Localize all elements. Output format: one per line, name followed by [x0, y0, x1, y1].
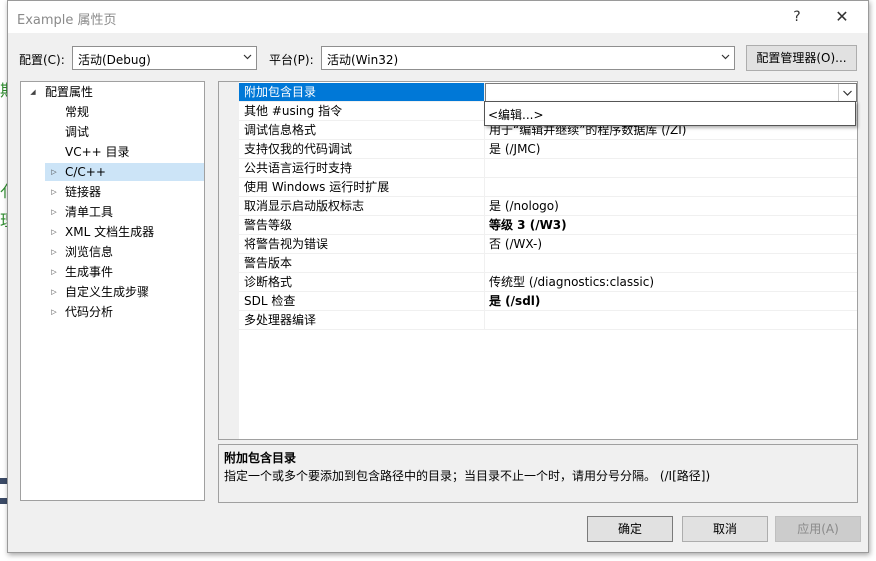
property-name: SDL 检查 [239, 292, 485, 311]
property-name: 警告等级 [239, 216, 485, 235]
apply-button[interactable]: 应用(A) [775, 516, 861, 542]
tree-item-config-properties[interactable]: ◢ 配置属性 [21, 83, 204, 101]
property-value-combo[interactable] [485, 83, 857, 102]
property-name: 调试信息格式 [239, 121, 485, 140]
tree-item-custom-build[interactable]: ▷ 自定义生成步骤 [21, 283, 204, 301]
property-name: 其他 #using 指令 [239, 102, 485, 121]
tree-item-code-analysis[interactable]: ▷ 代码分析 [21, 303, 204, 321]
property-name: 附加包含目录 [239, 83, 485, 102]
tree-item-label: 清单工具 [65, 205, 114, 219]
tree-item-browse-info[interactable]: ▷ 浏览信息 [21, 243, 204, 261]
property-row[interactable]: 支持仅我的代码调试 是 (/JMC) [239, 140, 857, 159]
property-row[interactable]: 附加包含目录 [239, 83, 857, 102]
tree-item-build-events[interactable]: ▷ 生成事件 [21, 263, 204, 281]
property-value [485, 254, 857, 273]
property-row[interactable]: 诊断格式 传统型 (/diagnostics:classic) [239, 273, 857, 292]
property-value: 是 (/nologo) [485, 197, 857, 216]
tree-item-label: 生成事件 [65, 265, 114, 279]
property-pages-dialog: Example 属性页 ? ✕ 配置(C): 活动(Debug) 平台(P): … [7, 0, 869, 553]
tree-item-vc-directories[interactable]: VC++ 目录 [21, 143, 204, 161]
property-name: 支持仅我的代码调试 [239, 140, 485, 159]
config-manager-button[interactable]: 配置管理器(O)... [746, 45, 857, 71]
property-value: 是 (/sdl) [485, 292, 857, 311]
tree-item-general[interactable]: 常规 [21, 103, 204, 121]
description-text: 指定一个或多个要添加到包含路径中的目录；当目录不止一个时，请用分号分隔。 (/I… [224, 469, 711, 483]
expand-icon[interactable]: ▷ [49, 283, 59, 301]
config-combo[interactable]: 活动(Debug) [72, 46, 257, 70]
chevron-down-icon [243, 54, 252, 60]
chevron-down-icon [721, 54, 730, 60]
property-row[interactable]: 公共语言运行时支持 [239, 159, 857, 178]
edit-dropdown-list: <编辑...> [484, 101, 856, 126]
property-name: 使用 Windows 运行时扩展 [239, 178, 485, 197]
property-name: 将警告视为错误 [239, 235, 485, 254]
property-name: 取消显示启动版权标志 [239, 197, 485, 216]
property-name: 警告版本 [239, 254, 485, 273]
property-value: 是 (/JMC) [485, 140, 857, 159]
property-row[interactable]: 警告等级 等级 3 (/W3) [239, 216, 857, 235]
property-name: 公共语言运行时支持 [239, 159, 485, 178]
tree-item-label: VC++ 目录 [65, 145, 130, 159]
property-value [485, 159, 857, 178]
window-title: Example 属性页 [17, 13, 117, 28]
config-value: 活动(Debug) [78, 53, 151, 67]
title-bar: Example 属性页 ? ✕ [8, 1, 868, 33]
platform-combo[interactable]: 活动(Win32) [321, 46, 735, 70]
tree-item-label: 链接器 [65, 185, 102, 199]
property-value [485, 311, 857, 330]
tree-item-linker[interactable]: ▷ 链接器 [21, 183, 204, 201]
tree-item-label: C/C++ [65, 165, 106, 179]
platform-value: 活动(Win32) [327, 53, 399, 67]
expand-icon[interactable]: ▷ [49, 243, 59, 261]
dropdown-option-edit[interactable]: <编辑...> [488, 106, 544, 123]
tree-item-label: XML 文档生成器 [65, 225, 155, 239]
property-grid: 附加包含目录 其他 #using 指令 调试信息格式 用于“编辑并继续”的程序数… [218, 81, 858, 440]
category-tree: ◢ 配置属性 常规 调试 VC++ 目录 ▷ C/C++ ▷ 链接器 ▷ 清单工… [20, 81, 205, 501]
expand-icon[interactable]: ▷ [49, 303, 59, 321]
help-button[interactable]: ? [785, 6, 809, 28]
property-row[interactable]: 取消显示启动版权标志 是 (/nologo) [239, 197, 857, 216]
description-title: 附加包含目录 [224, 451, 297, 465]
property-row[interactable]: 警告版本 [239, 254, 857, 273]
tree-item-debugging[interactable]: 调试 [21, 123, 204, 141]
config-label: 配置(C): [19, 53, 65, 67]
expand-icon[interactable]: ◢ [28, 83, 38, 101]
platform-label: 平台(P): [269, 53, 314, 67]
property-value: 传统型 (/diagnostics:classic) [485, 273, 857, 292]
property-row[interactable]: 使用 Windows 运行时扩展 [239, 178, 857, 197]
description-panel: 附加包含目录 指定一个或多个要添加到包含路径中的目录；当目录不止一个时，请用分号… [218, 444, 858, 503]
expand-icon[interactable]: ▷ [49, 163, 59, 181]
close-button[interactable]: ✕ [830, 6, 854, 28]
tree-item-label: 常规 [65, 105, 90, 119]
property-row[interactable]: 多处理器编译 [239, 311, 857, 330]
tree-item-label: 调试 [65, 125, 90, 139]
tree-item-label: 代码分析 [65, 305, 114, 319]
expand-icon[interactable]: ▷ [49, 203, 59, 221]
property-value [485, 178, 857, 197]
ok-button[interactable]: 确定 [587, 516, 673, 542]
property-name: 诊断格式 [239, 273, 485, 292]
tree-item-cpp[interactable]: ▷ C/C++ [45, 163, 204, 181]
tree-item-label: 浏览信息 [65, 245, 114, 259]
grid-gutter [219, 82, 239, 439]
property-row[interactable]: SDL 检查 是 (/sdl) [239, 292, 857, 311]
tree-item-label: 配置属性 [45, 85, 94, 99]
chevron-down-icon [843, 90, 852, 96]
tree-item-manifest-tool[interactable]: ▷ 清单工具 [21, 203, 204, 221]
expand-icon[interactable]: ▷ [49, 183, 59, 201]
tree-item-label: 自定义生成步骤 [65, 285, 150, 299]
property-row[interactable]: 将警告视为错误 否 (/WX-) [239, 235, 857, 254]
expand-icon[interactable]: ▷ [49, 263, 59, 281]
expand-icon[interactable]: ▷ [49, 223, 59, 241]
property-value: 否 (/WX-) [485, 235, 857, 254]
property-name: 多处理器编译 [239, 311, 485, 330]
tree-item-xml-doc[interactable]: ▷ XML 文档生成器 [21, 223, 204, 241]
dropdown-button[interactable] [838, 84, 856, 101]
cancel-button[interactable]: 取消 [682, 516, 768, 542]
property-value: 等级 3 (/W3) [485, 216, 857, 235]
